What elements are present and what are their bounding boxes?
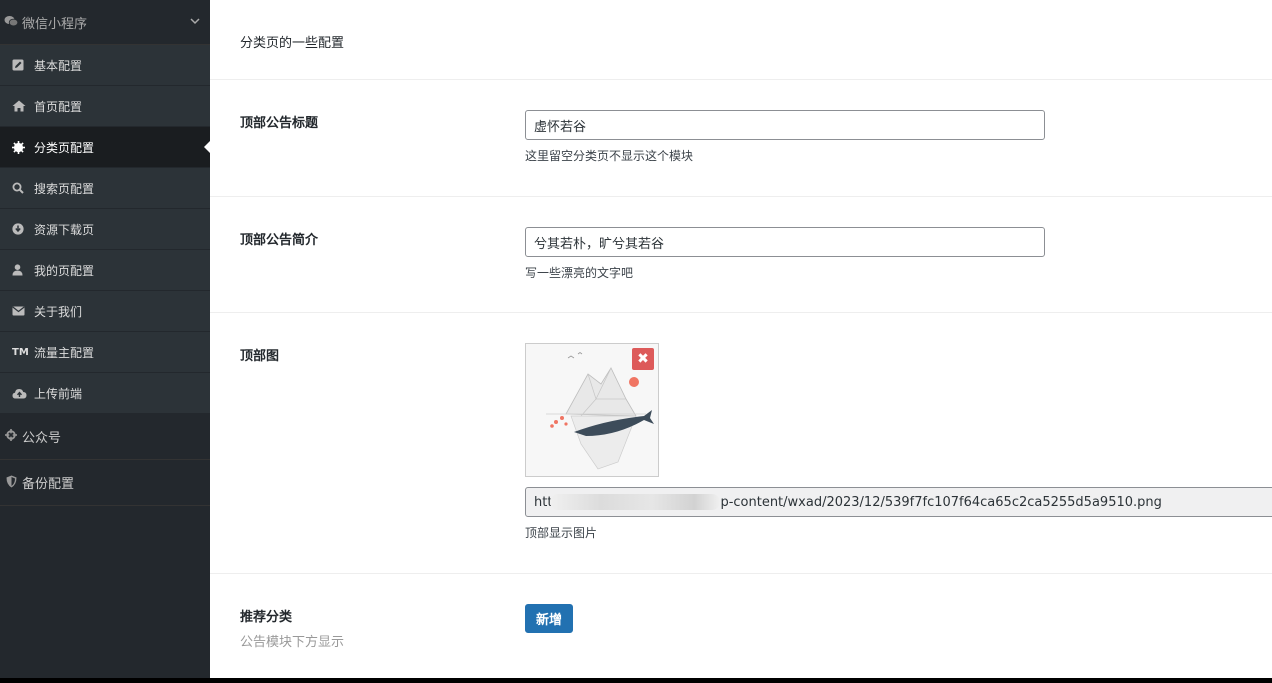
- sidebar-item-upload-frontend[interactable]: 上传前端: [0, 373, 210, 414]
- tm-icon: TM: [12, 346, 29, 358]
- notice-intro-input[interactable]: [525, 227, 1045, 257]
- top-image-label: 顶部图: [240, 349, 280, 364]
- sidebar-item-download-page[interactable]: 资源下载页: [0, 209, 210, 250]
- sidebar-item-search-config[interactable]: 搜索页配置: [0, 168, 210, 209]
- divider: [210, 79, 1272, 80]
- search-icon: [12, 182, 34, 194]
- sidebar-item-label: 分类页配置: [34, 140, 95, 155]
- divider: [210, 312, 1272, 313]
- notice-title-input[interactable]: [525, 110, 1045, 140]
- envelope-icon: [12, 306, 34, 316]
- edit-icon: [12, 59, 34, 71]
- sidebar-item-label: 资源下载页: [34, 222, 95, 237]
- notice-intro-help: 写一些漂亮的文字吧: [525, 266, 634, 280]
- sidebar-item-label: 备份配置: [22, 477, 75, 492]
- shield-icon: [0, 475, 22, 491]
- gear-badge-icon: [12, 140, 34, 154]
- bottom-bar: [0, 678, 1272, 683]
- wechat-icon: [0, 15, 22, 30]
- section-description: 分类页的一些配置: [240, 36, 345, 51]
- sidebar-item-mine-config[interactable]: 我的页配置: [0, 250, 210, 291]
- sidebar-item-label: 基本配置: [34, 58, 83, 73]
- sidebar-item-home-config[interactable]: 首页配置: [0, 86, 210, 127]
- admin-sidebar: 微信小程序 基本配置 首页配置 分类页配置 搜索页配置 资源下载页 我的页配置 …: [0, 0, 210, 683]
- recommend-label: 推荐分类: [240, 610, 293, 625]
- sidebar-item-category-config[interactable]: 分类页配置: [0, 127, 210, 168]
- divider: [210, 573, 1272, 574]
- sidebar-item-basic-config[interactable]: 基本配置: [0, 45, 210, 86]
- close-icon: ✖: [637, 351, 649, 367]
- divider: [210, 196, 1272, 197]
- home-icon: [12, 100, 34, 112]
- notice-title-help: 这里留空分类页不显示这个模块: [525, 149, 694, 163]
- sidebar-item-label: 上传前端: [34, 386, 83, 401]
- top-image-help: 顶部显示图片: [525, 526, 598, 540]
- download-icon: [12, 223, 34, 235]
- sidebar-item-traffic-config[interactable]: TM 流量主配置: [0, 332, 210, 373]
- sidebar-item-label: 公众号: [22, 431, 62, 446]
- blurred-region: [550, 494, 721, 510]
- sidebar-item-backup-config[interactable]: 备份配置: [0, 460, 210, 506]
- notice-title-label: 顶部公告标题: [240, 116, 319, 131]
- sidebar-item-label: 我的页配置: [34, 263, 95, 278]
- sidebar-group-wechat-miniprogram[interactable]: 微信小程序: [0, 0, 210, 45]
- chevron-down-icon: [190, 15, 200, 28]
- sidebar-item-label: 流量主配置: [34, 345, 95, 360]
- recommend-subtext: 公告模块下方显示: [240, 635, 345, 650]
- cloud-upload-icon: [12, 388, 34, 399]
- notice-intro-label: 顶部公告简介: [240, 233, 319, 248]
- sidebar-item-label: 搜索页配置: [34, 181, 95, 196]
- gear-icon: [0, 429, 22, 444]
- sidebar-group-label: 微信小程序: [22, 16, 88, 32]
- delete-image-button[interactable]: ✖: [632, 348, 654, 370]
- image-url-input[interactable]: htt p-content/wxad/2023/12/539f7fc107f64…: [525, 487, 1272, 517]
- sidebar-item-about-us[interactable]: 关于我们: [0, 291, 210, 332]
- sidebar-item-label: 关于我们: [34, 304, 83, 319]
- settings-panel: 分类页的一些配置 顶部公告标题 这里留空分类页不显示这个模块 顶部公告简介 写一…: [210, 0, 1272, 678]
- sidebar-item-label: 首页配置: [34, 99, 83, 114]
- add-recommend-button[interactable]: 新增: [525, 604, 573, 633]
- image-url-suffix: p-content/wxad/2023/12/539f7fc107f64ca65…: [720, 494, 1162, 510]
- user-icon: [12, 264, 34, 276]
- sidebar-item-official-account[interactable]: 公众号: [0, 414, 210, 460]
